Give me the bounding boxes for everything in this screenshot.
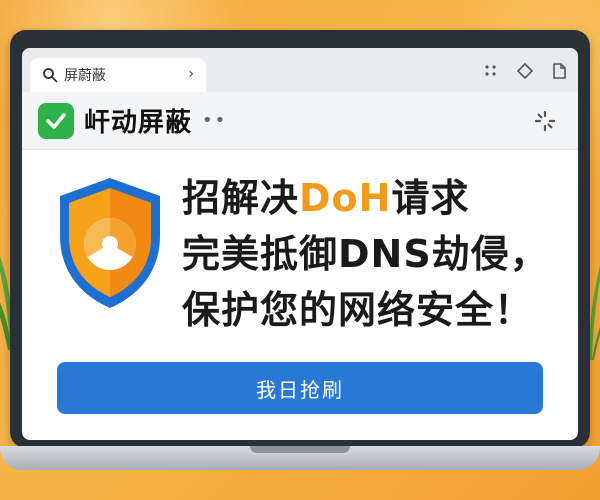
browser-tab[interactable]: 屏蔚蔽 › [30,58,206,92]
cta-button[interactable]: 我日抢刷 [57,362,543,414]
headline-text-end: 请求 [391,176,470,220]
headline-line-2: 完美抵御DNS劫侵， [182,232,549,276]
laptop-notch [250,446,350,453]
headline-text-start: 招解决 [182,176,300,220]
page-icon[interactable] [550,62,568,80]
spinner-icon [534,110,556,132]
app-title: 屽动屏蔽 [84,108,193,138]
bookmark-icon[interactable] [516,62,534,80]
puzzle-icon[interactable] [482,62,500,80]
chevron-right-icon[interactable]: › [188,66,194,82]
laptop-screen: 屏蔚蔽 › 屽动屏蔽 •• 招解决DoH请求 完美抵御DNS劫侵， 保护您的网络… [22,48,578,440]
headline-line-1: 招解决DoH请求 [182,170,572,226]
checkmark-icon [38,102,74,139]
shield-icon [60,178,160,308]
browser-tab-strip: 屏蔚蔽 › [22,48,578,92]
headline-doh: DoH [299,176,392,220]
headline-block: 招解决DoH请求 完美抵御DNS劫侵， 保护您的网络安全！ [182,170,572,338]
search-icon [43,68,58,83]
tab-label: 屏蔚蔽 [64,68,106,84]
browser-toolbar-icons [482,62,568,80]
more-dots-icon[interactable]: •• [202,110,227,131]
app-title-bar: 屽动屏蔽 •• [22,92,578,150]
headline-line-3: 保护您的网络安全！ [182,288,534,332]
